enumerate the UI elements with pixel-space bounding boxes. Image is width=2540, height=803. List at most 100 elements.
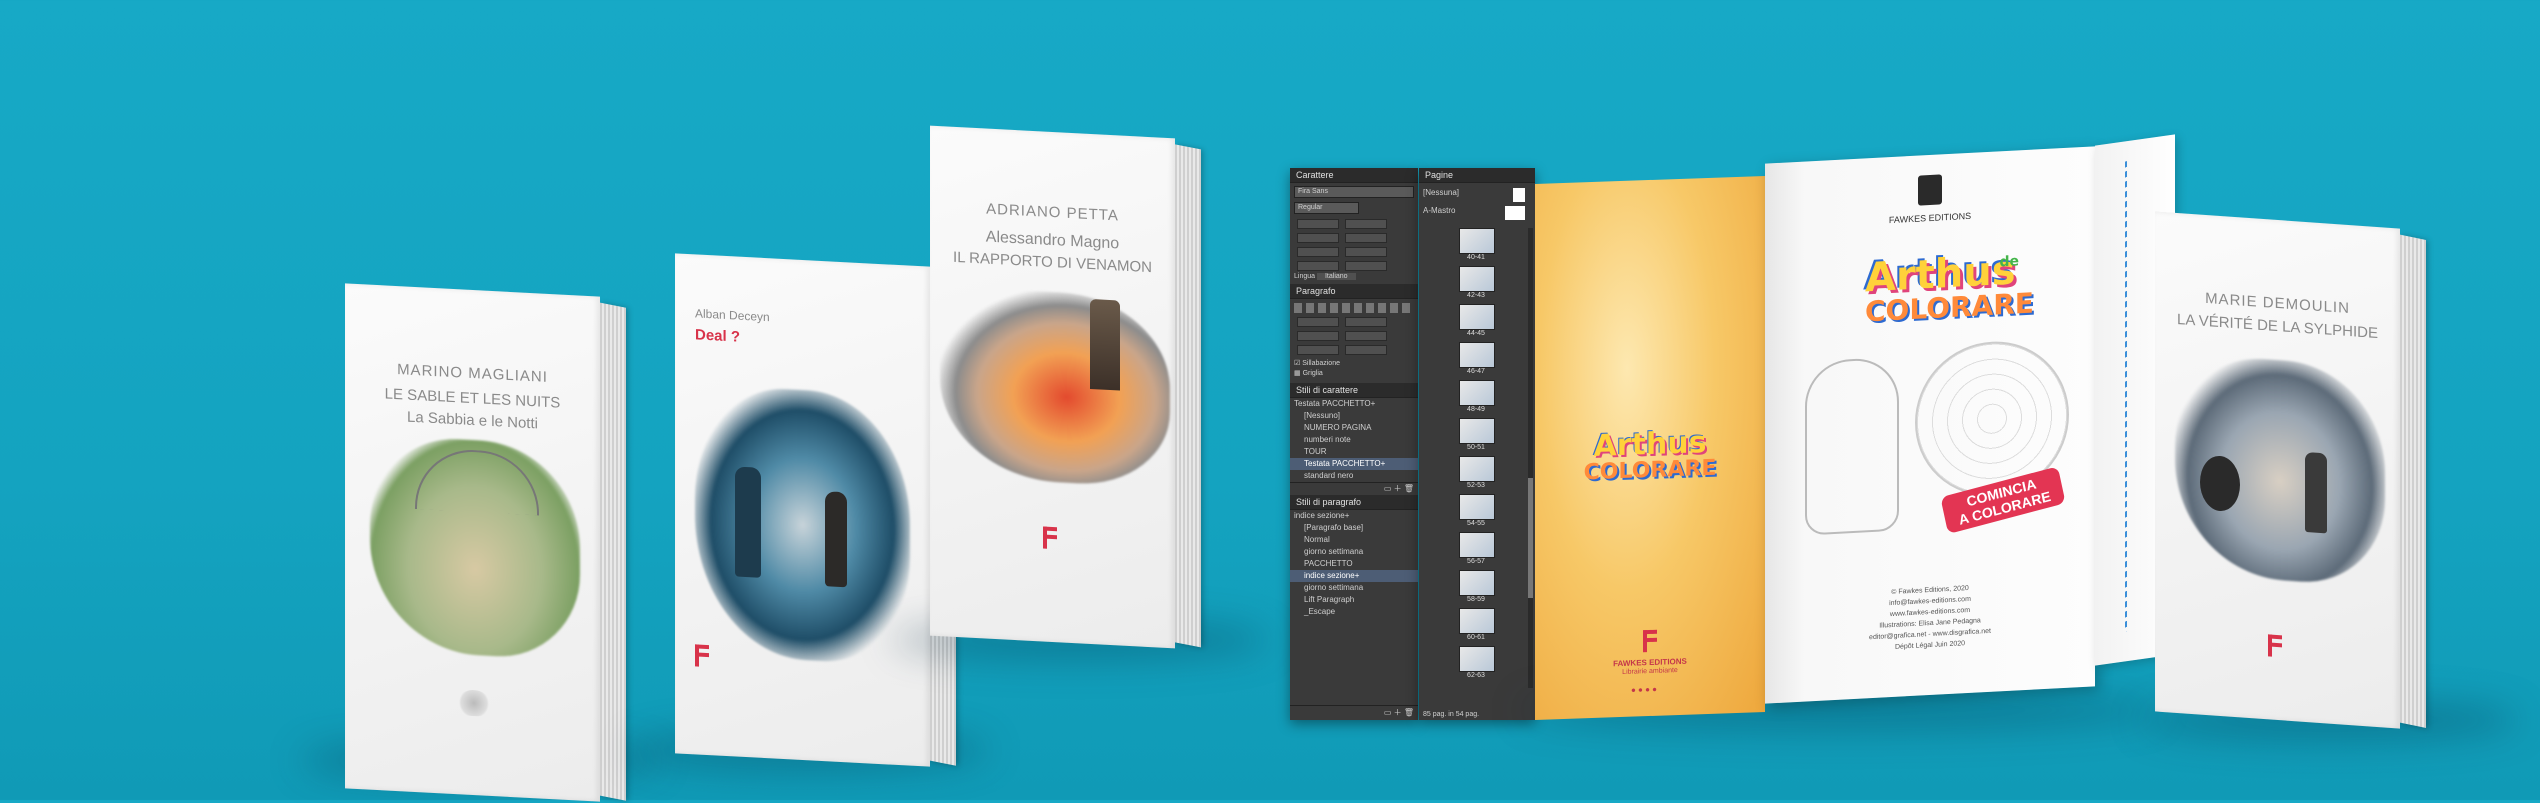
page-thumbnail-label: 60-61 (1467, 634, 1485, 641)
publisher-logo-icon (2268, 634, 2282, 657)
char-style-item[interactable]: NUMERO PAGINA (1290, 422, 1418, 434)
scale-vertical-field[interactable] (1297, 247, 1339, 257)
para-style-item[interactable]: Lift Paragraph (1290, 594, 1418, 606)
para-style-item[interactable]: indice sezione+ (1290, 570, 1418, 582)
trash-icon[interactable]: 🗑 (1404, 708, 1414, 717)
char-styles-toolbar: ▭ ＋ 🗑 (1290, 482, 1418, 495)
page-thumbnail[interactable] (1459, 646, 1495, 672)
logo-text: COLORARE (1865, 286, 2034, 329)
page-thumbnail[interactable] (1459, 456, 1495, 482)
pages-status: 85 pag. in 54 pag. (1423, 711, 1480, 718)
para-style-item[interactable]: PACCHETTO (1290, 558, 1418, 570)
para-styles-panel-title[interactable]: Stili di paragrafo (1290, 495, 1418, 510)
char-style-item[interactable]: Testata PACCHETTO+ (1290, 458, 1418, 470)
font-size-field[interactable] (1297, 219, 1339, 229)
grid-icon[interactable]: ▦ (1294, 370, 1301, 377)
page-thumbnail[interactable] (1459, 608, 1495, 634)
page-thumbnail-label: 42-43 (1467, 292, 1485, 299)
char-style-current: Testata PACCHETTO+ (1294, 399, 1376, 408)
indent-left-field[interactable] (1297, 317, 1339, 327)
font-style-select[interactable]: Regular (1294, 202, 1359, 214)
character-panel-title[interactable]: Carattere (1290, 168, 1418, 183)
para-style-item[interactable]: Normal (1290, 534, 1418, 546)
page-thumbnail[interactable] (1459, 342, 1495, 368)
font-family-select[interactable]: Fira Sans (1294, 186, 1414, 198)
page-thumbnails[interactable]: 40-41 42-43 44-45 46-47 48-49 50-51 52-53 54-55… (1419, 228, 1529, 698)
skew-field[interactable] (1345, 261, 1387, 271)
figure-silhouette (2305, 451, 2327, 534)
page-thumbnail[interactable] (1459, 304, 1495, 330)
leading-field[interactable] (1345, 219, 1387, 229)
indent-right-field[interactable] (1345, 317, 1387, 327)
page-thumbnail-label: 50-51 (1467, 444, 1485, 451)
spread-right-page: FAWKES EDITIONS Arthus de COLORARE COMIN… (1765, 146, 2095, 704)
book-page-edges (2400, 234, 2426, 729)
para-styles-list: [Paragrafo base] Normal giorno settimana PA… (1290, 522, 1418, 618)
page-thumbnail[interactable] (1459, 380, 1495, 406)
char-styles-panel-title[interactable]: Stili di carattere (1290, 383, 1418, 398)
char-style-item[interactable]: [Nessuno] (1290, 410, 1418, 422)
first-indent-field[interactable] (1297, 331, 1339, 341)
page-thumbnail-label: 56-57 (1467, 558, 1485, 565)
page-thumbnail[interactable] (1459, 266, 1495, 292)
para-style-item[interactable]: [Paragrafo base] (1290, 522, 1418, 534)
book-page-edges (1175, 144, 1201, 648)
book-petta: ADRIANO PETTA Alessandro Magno IL RAPPOR… (930, 125, 1201, 649)
space-before-field[interactable] (1297, 345, 1339, 355)
para-style-item[interactable]: giorno settimana (1290, 546, 1418, 558)
book-title: Deal ? (695, 326, 741, 346)
imprint-block: © Fawkes Editions, 2020 info@fawkes-editi… (1765, 576, 2095, 659)
publisher-logo-icon (1043, 527, 1057, 550)
page-thumbnail-label: 46-47 (1467, 368, 1485, 375)
page-thumbnail[interactable] (1459, 418, 1495, 444)
paragraph-fields: ☑ Sillabazione ▦ Griglia (1290, 299, 1418, 379)
char-style-item[interactable]: standard nero (1290, 470, 1418, 482)
scale-horizontal-field[interactable] (1345, 247, 1387, 257)
new-style-icon[interactable]: ＋ (1394, 484, 1402, 493)
para-style-item[interactable]: giorno settimana (1290, 582, 1418, 594)
page-thumbnail[interactable] (1459, 494, 1495, 520)
pages-panel-title[interactable]: Pagine (1419, 168, 1535, 183)
trash-icon[interactable]: 🗑 (1404, 484, 1414, 493)
logo-small-text: de (1999, 253, 2019, 271)
paragraph-panel-title[interactable]: Paragrafo (1290, 284, 1418, 299)
pages-scrollbar[interactable] (1528, 228, 1533, 688)
new-folder-icon[interactable]: ▭ (1384, 708, 1392, 717)
para-style-current: indice sezione+ (1294, 511, 1350, 520)
baseline-field[interactable] (1297, 261, 1339, 271)
character-panel-column: Carattere Fira Sans Regular Lingua Itali… (1290, 168, 1418, 720)
language-select[interactable]: Italiano (1316, 273, 1356, 280)
hyphenate-label: Sillabazione (1302, 360, 1340, 367)
logo-text: COLORARE (1583, 455, 1717, 486)
tracking-field[interactable] (1345, 233, 1387, 243)
book-deceyn: Alban Deceyn Deal ? (675, 253, 956, 767)
char-style-item[interactable]: TOUR (1290, 446, 1418, 458)
kerning-field[interactable] (1297, 233, 1339, 243)
hyphenate-checkbox[interactable]: ☑ (1294, 360, 1300, 367)
para-styles-toolbar: ▭ ＋ 🗑 (1290, 705, 1418, 720)
publisher-logo-icon (695, 644, 709, 667)
arthus-logo: Arthus de COLORARE (1865, 248, 2034, 329)
language-label: Lingua (1294, 273, 1316, 280)
fawkes-brand: FAWKES EDITIONS (1888, 210, 1972, 226)
page-thumbnail-label: 58-59 (1467, 596, 1485, 603)
para-style-item[interactable]: _Escape (1290, 606, 1418, 618)
fawkes-logo-icon (1918, 174, 1942, 206)
page-thumbnail[interactable] (1459, 532, 1495, 558)
page-thumbnail-label: 54-55 (1467, 520, 1485, 527)
page-thumbnail[interactable] (1459, 228, 1495, 254)
char-style-item[interactable]: numberi note (1290, 434, 1418, 446)
master-thumb (1505, 206, 1525, 220)
page-thumbnail-label: 48-49 (1467, 406, 1485, 413)
space-after-field[interactable] (1345, 345, 1387, 355)
last-indent-field[interactable] (1345, 331, 1387, 341)
master-thumb (1513, 188, 1525, 202)
page-thumbnail-label: 62-63 (1467, 672, 1485, 679)
new-folder-icon[interactable]: ▭ (1384, 484, 1392, 493)
page-thumbnail-label: 52-53 (1467, 482, 1485, 489)
page-thumbnail[interactable] (1459, 570, 1495, 596)
wavy-border (2125, 161, 2127, 632)
alignment-buttons[interactable] (1294, 303, 1414, 313)
new-style-icon[interactable]: ＋ (1394, 708, 1402, 717)
book-magliani: MARINO MAGLIANI LE SABLE ET LES NUITS La… (345, 283, 626, 802)
